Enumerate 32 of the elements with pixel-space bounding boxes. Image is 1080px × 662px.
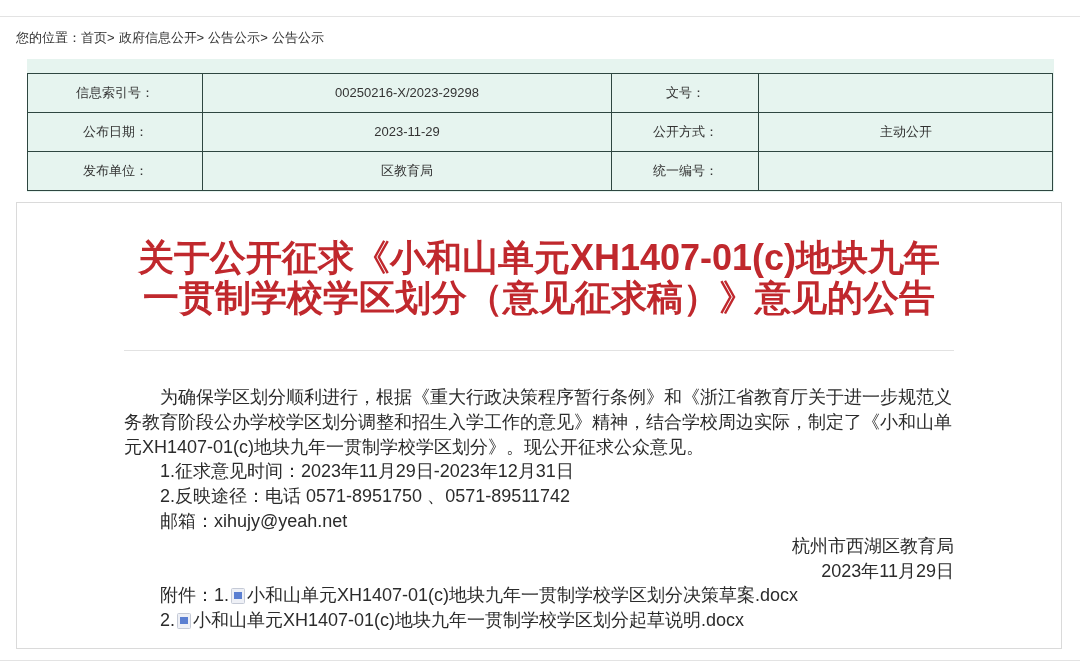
table-cell: 00250216-X/2023-29298 [202, 73, 612, 113]
table-label-cell: 统一编号： [611, 151, 759, 191]
attachment-link[interactable]: 小和山单元XH1407-01(c)地块九年一贯制学校学区划分起草说明.docx [193, 608, 745, 633]
breadcrumb-separator: > [196, 29, 205, 48]
notice-title: 关于公开征求《小和山单元XH1407-01(c)地块九年一贯制学校学区划分（意见征求稿）》意见的公告 [136, 238, 942, 318]
breadcrumb-link[interactable]: 首页 [81, 28, 107, 48]
attachment-number: 1. [214, 584, 229, 608]
attachment-number: 2. [160, 609, 175, 633]
breadcrumb-link[interactable]: 公告公示 [271, 28, 324, 48]
signature-line: 2023年11月29日 [821, 559, 954, 583]
notice-line: 2.反映途径：电话 0571-8951750 、0571-89511742 [159, 485, 570, 509]
document-icon [177, 612, 191, 629]
breadcrumb-separator: > [107, 29, 115, 48]
breadcrumb-separator: > [260, 29, 268, 48]
notice-line: 邮箱：xihujy@yeah.net [159, 510, 348, 533]
table-label-cell: 公布日期： [27, 112, 203, 152]
breadcrumb-label: 您的位置： [16, 29, 81, 48]
table-label-cell: 信息索引号： [27, 73, 203, 113]
table-label-cell: 文号： [611, 73, 759, 113]
attachment-link[interactable]: 小和山单元XH1407-01(c)地块九年一贯制学校学区划分决策草案.docx [247, 583, 799, 609]
notice-paragraph: 为确保学区划分顺利进行，根据《重大行政决策程序暂行条例》和《浙江省教育厅关于进一步规范义务教育阶段公办学校学区划分调整和招生入学工作的意见》精神，结合学校周边实际，制定了《小和山单元XH1407-01(c)地块九年一贯制学校学区划分》。现公开征求公众意见。 [124, 386, 953, 459]
notice-line: 1.征求意见时间：2023年11月29日-2023年12月31日 [159, 460, 574, 484]
breadcrumb-link[interactable]: 政府信息公开 [118, 28, 197, 48]
table-cell: 区教育局 [202, 151, 612, 191]
table-cell: 主动公开 [758, 112, 1053, 152]
attachment-label: 附件： [160, 584, 214, 608]
table-cell: 2023-11-29 [202, 112, 612, 152]
signature-line: 杭州市西湖区教育局 [792, 534, 954, 558]
document-icon [231, 587, 245, 604]
table-label-cell: 发布单位： [27, 151, 203, 191]
breadcrumb-link[interactable]: 公告公示 [208, 28, 261, 48]
table-label-cell: 公开方式： [611, 112, 759, 152]
